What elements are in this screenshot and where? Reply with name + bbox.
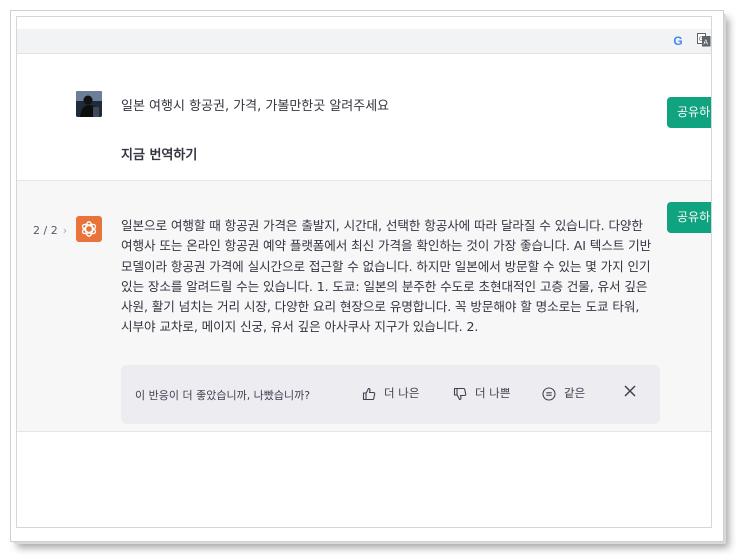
close-icon[interactable] xyxy=(622,383,638,399)
screenshot-area: G G A 일본 여행시 항공권, 가격, 가볼만한곳 알려주세요 지금 번역하… xyxy=(16,16,712,528)
thumbs-down-icon xyxy=(453,387,467,400)
pager-label: 2 / 2 xyxy=(33,224,58,237)
chevron-right-icon[interactable]: › xyxy=(63,224,67,237)
worse-label: 더 나쁜 xyxy=(475,386,511,400)
feedback-question: 이 반응이 더 좋았습니까, 나빴습니까? xyxy=(135,389,311,402)
openai-logo-icon xyxy=(81,221,97,237)
share-button-2[interactable]: 공유하 xyxy=(667,202,711,233)
user-message-row: 일본 여행시 항공권, 가격, 가볼만한곳 알려주세요 지금 번역하기 공유하 xyxy=(17,54,711,181)
translate-icon[interactable]: G A xyxy=(697,33,711,47)
assistant-logo-icon xyxy=(76,216,102,242)
google-icon-letter: G xyxy=(673,34,683,48)
same-button[interactable]: 같은 xyxy=(542,385,585,401)
translate-now-text: 지금 번역하기 xyxy=(121,148,198,163)
share-button[interactable]: 공유하 xyxy=(667,97,711,128)
better-label: 더 나은 xyxy=(384,386,420,400)
user-avatar xyxy=(76,91,102,117)
thumbs-up-icon xyxy=(362,387,376,400)
worse-button[interactable]: 더 나쁜 xyxy=(453,385,510,401)
assistant-message-text: 일본으로 여행할 때 항공권 가격은 출발지, 시간대, 선택한 항공사에 따라… xyxy=(121,218,652,335)
response-pager[interactable]: 2 / 2 › xyxy=(33,224,67,237)
google-icon[interactable]: G xyxy=(671,34,685,48)
feedback-panel: 이 반응이 더 좋았습니까, 나빴습니까? 더 나은 더 나쁜 같은 xyxy=(121,365,660,424)
svg-text:A: A xyxy=(703,39,708,47)
user-message-text: 일본 여행시 항공권, 가격, 가볼만한곳 알려주세요 xyxy=(121,99,390,114)
avatar-image-icon xyxy=(76,91,102,117)
same-label: 같은 xyxy=(564,386,586,400)
equal-circle-icon xyxy=(542,386,556,401)
better-button[interactable]: 더 나은 xyxy=(362,385,419,401)
browser-toolbar: G G A xyxy=(17,17,711,54)
browser-toolbar-top xyxy=(17,17,711,29)
assistant-message-row: 2 / 2 › 일본으로 여행할 때 항공권 가격은 출발지, 시간대, 선택한 … xyxy=(17,181,711,432)
